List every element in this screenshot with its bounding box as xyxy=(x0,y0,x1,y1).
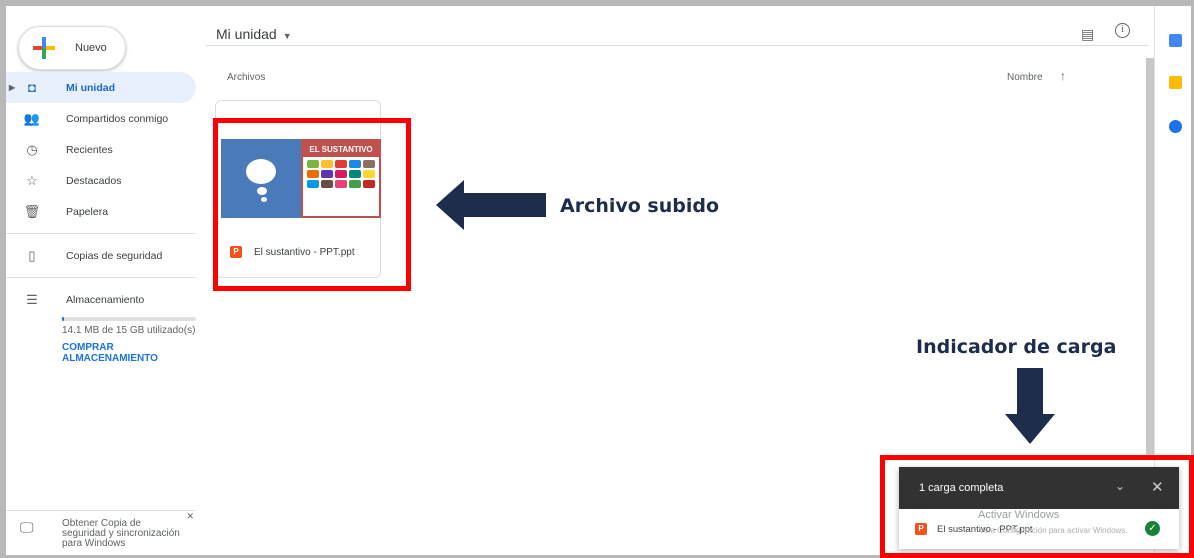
sidebar-item-label: Destacados xyxy=(66,174,122,187)
trash-icon: 🗑 xyxy=(23,203,41,219)
sidebar-item-my-drive[interactable]: ▶ ◘ Mi unidad xyxy=(6,72,196,103)
drive-icon: ◘ xyxy=(28,80,36,95)
close-icon[interactable]: ✕ xyxy=(186,511,194,522)
clock-icon: ◷ xyxy=(26,141,38,157)
storage-used-text: 14.1 MB de 15 GB utilizado(s) xyxy=(62,325,196,336)
computer-icon: 🖵 xyxy=(20,519,34,535)
people-icon: 👥 xyxy=(23,110,41,126)
sidebar-item-backups[interactable]: ▯ Copias de seguridad xyxy=(6,240,196,271)
tasks-icon[interactable] xyxy=(1169,120,1182,133)
arrow-down-icon xyxy=(1005,368,1055,444)
info-icon[interactable]: i xyxy=(1115,23,1130,38)
file-highlight-box xyxy=(213,118,411,291)
sidebar-item-label: Papelera xyxy=(66,205,109,218)
arrow-up-icon[interactable]: ↑ xyxy=(1060,69,1066,83)
sidebar-item-label: Almacenamiento xyxy=(66,293,145,306)
header: Mi unidad ▼ ▤ i xyxy=(206,6,1148,46)
sidebar-item-storage[interactable]: ☰ Almacenamiento xyxy=(6,284,196,315)
file-callout: Archivo subido xyxy=(560,195,720,217)
sidebar-item-starred[interactable]: ☆ Destacados xyxy=(6,165,196,196)
scrollbar[interactable] xyxy=(1146,58,1154,458)
backup-promo[interactable]: 🖵 Obtener Copia de seguridad y sincroniz… xyxy=(6,510,196,555)
list-view-icon[interactable]: ▤ xyxy=(1081,26,1094,43)
page-title[interactable]: Mi unidad ▼ xyxy=(216,26,292,42)
arrow-left-icon xyxy=(436,180,546,230)
upload-callout: Indicador de carga xyxy=(916,336,1117,358)
storage-icon: ☰ xyxy=(26,291,38,307)
backup-promo-text: Obtener Copia de seguridad y sincronizac… xyxy=(62,518,180,549)
sidebar-item-trash[interactable]: 🗑 Papelera xyxy=(6,196,196,227)
star-icon: ☆ xyxy=(26,172,38,188)
sort-label[interactable]: Nombre xyxy=(1007,72,1043,83)
buy-storage-link[interactable]: COMPRAR ALMACENAMIENTO xyxy=(62,342,196,364)
files-section-label: Archivos xyxy=(227,72,266,83)
page-title-text: Mi unidad xyxy=(216,26,277,42)
sidebar: Nuevo ▶ ◘ Mi unidad 👥 Compartidos conmig… xyxy=(6,6,206,555)
expand-arrow-icon[interactable]: ▶ xyxy=(9,83,15,92)
storage-bar xyxy=(62,317,196,321)
calendar-icon[interactable] xyxy=(1169,34,1182,47)
keep-icon[interactable] xyxy=(1169,76,1182,89)
divider xyxy=(6,277,196,278)
sidebar-item-recent[interactable]: ◷ Recientes xyxy=(6,134,196,165)
divider xyxy=(6,233,196,234)
new-button-label: Nuevo xyxy=(75,42,107,54)
sidebar-item-label: Copias de seguridad xyxy=(66,249,163,262)
sidebar-item-label: Mi unidad xyxy=(66,81,115,94)
plus-icon xyxy=(33,37,55,59)
chevron-down-icon: ▼ xyxy=(282,31,292,41)
sidebar-item-label: Compartidos conmigo xyxy=(66,112,169,125)
upload-highlight-box xyxy=(880,455,1194,558)
backup-icon: ▯ xyxy=(28,247,36,263)
sidebar-nav: ▶ ◘ Mi unidad 👥 Compartidos conmigo ◷ Re… xyxy=(6,72,196,364)
new-button[interactable]: Nuevo xyxy=(18,26,126,70)
sidebar-item-shared[interactable]: 👥 Compartidos conmigo xyxy=(6,103,196,134)
sidebar-item-label: Recientes xyxy=(66,143,113,156)
